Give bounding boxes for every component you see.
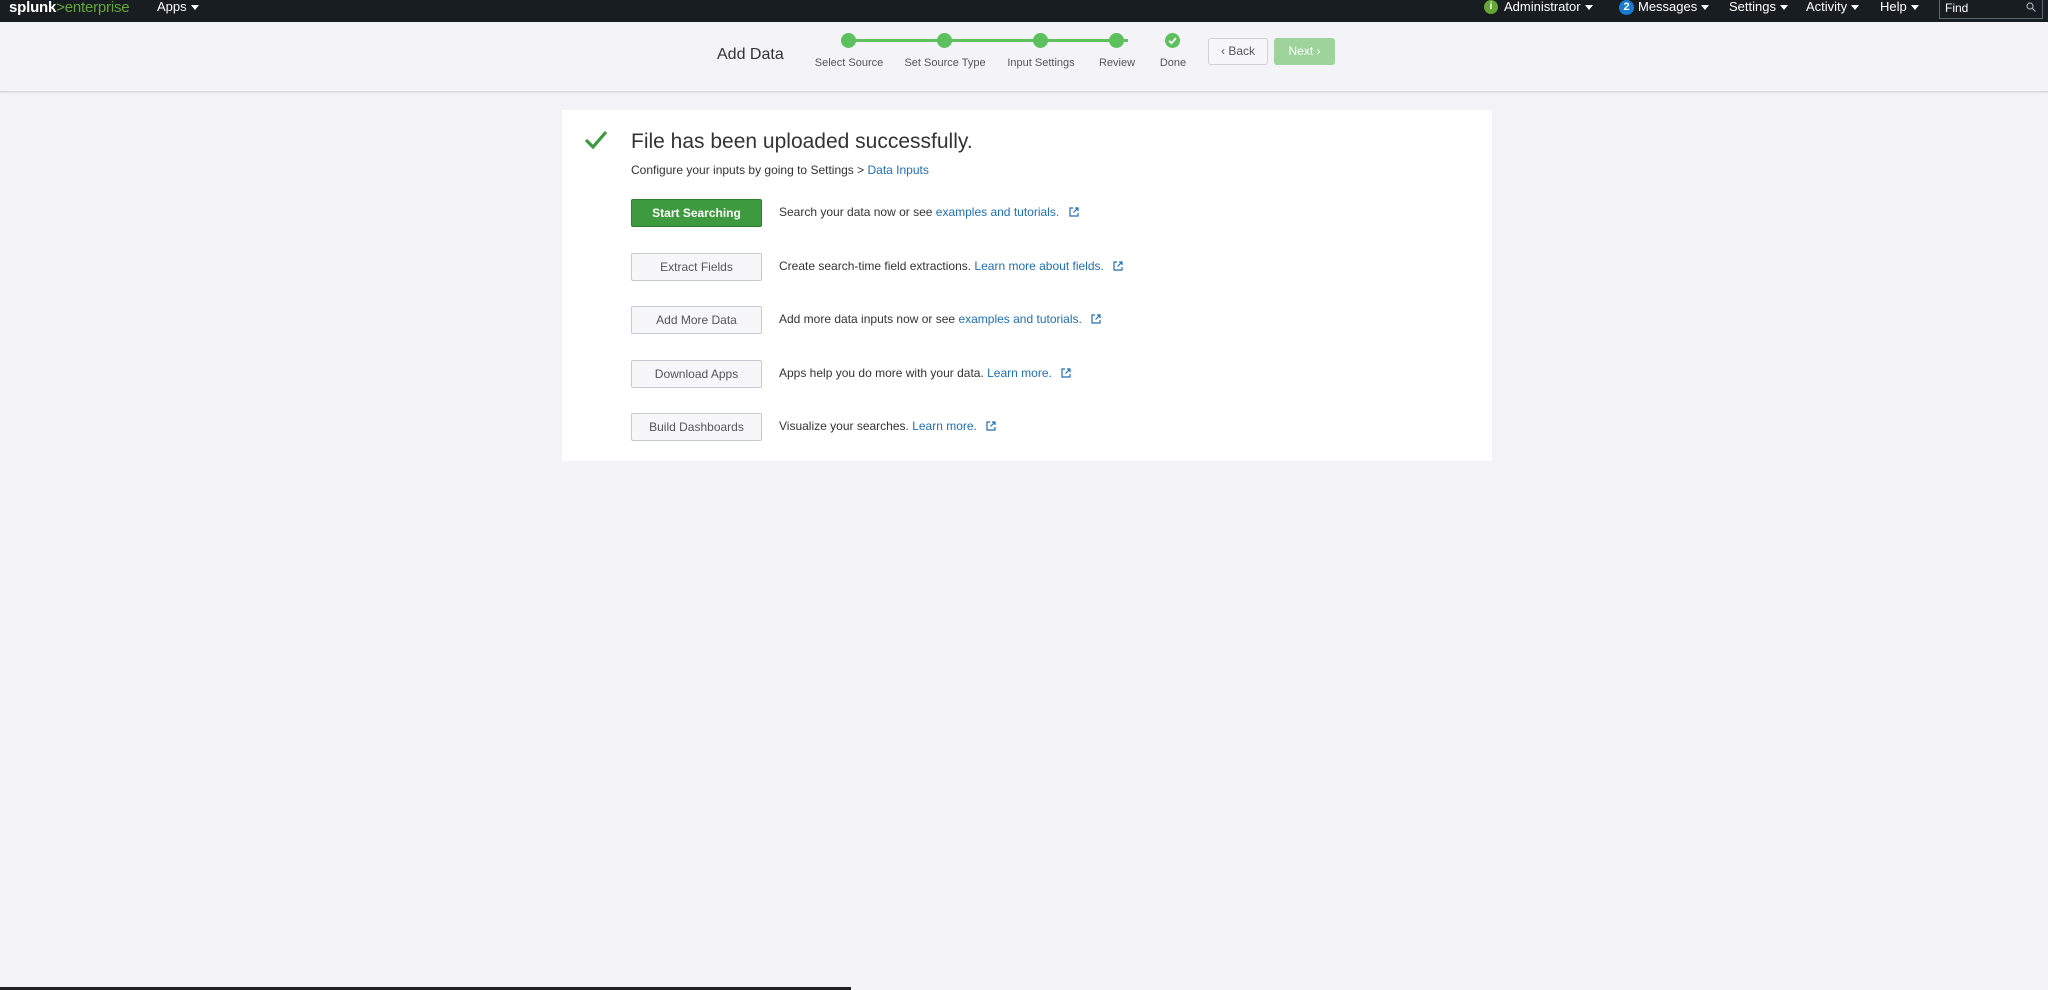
row-text: Add more data inputs now or see: [779, 312, 959, 326]
row-text: Search your data now or see: [779, 205, 936, 219]
row-description: Visualize your searches. Learn more.: [779, 419, 996, 433]
start-searching-button[interactable]: Start Searching: [631, 199, 762, 227]
settings-label: Settings: [1729, 0, 1776, 14]
examples-tutorials-link[interactable]: examples and tutorials.: [936, 205, 1059, 219]
apps-menu[interactable]: Apps: [157, 0, 199, 14]
wizard-steps: Select Source Set Source Type Input Sett…: [810, 30, 1190, 70]
learn-more-link[interactable]: Learn more.: [912, 419, 977, 433]
chevron-down-icon: [1851, 5, 1860, 11]
logo-enterprise-text: enterprise: [64, 0, 130, 16]
logo-separator: >: [56, 0, 65, 16]
step-label: Select Source: [814, 57, 884, 69]
administrator-menu[interactable]: i Administrator: [1484, 0, 1593, 14]
external-link-icon[interactable]: [986, 421, 996, 431]
logo-splunk-text: splunk: [9, 0, 57, 16]
action-row-build-dashboards: Build Dashboards Visualize your searches…: [631, 413, 1431, 443]
success-check-icon: [584, 130, 608, 150]
row-text: Create search-time field extractions.: [779, 259, 975, 273]
step-dot-input-settings: [1033, 33, 1048, 48]
activity-label: Activity: [1806, 0, 1848, 14]
step-dot-set-source-type: [937, 33, 952, 48]
external-link-icon[interactable]: [1091, 314, 1101, 324]
external-link-icon[interactable]: [1113, 261, 1123, 271]
step-label: Input Settings: [1007, 57, 1075, 69]
learn-more-link[interactable]: Learn more.: [987, 366, 1052, 380]
success-subtitle: Configure your inputs by going to Settin…: [631, 163, 929, 177]
help-label: Help: [1880, 0, 1907, 14]
add-more-data-button[interactable]: Add More Data: [631, 306, 762, 334]
chevron-down-icon: [190, 5, 199, 11]
step-label: Done: [1159, 57, 1187, 69]
row-description: Add more data inputs now or see examples…: [779, 312, 1101, 326]
help-menu[interactable]: Help: [1880, 0, 1919, 14]
chevron-right-icon: ›: [1316, 44, 1321, 58]
action-row-extract-fields: Extract Fields Create search-time field …: [631, 253, 1431, 283]
data-inputs-link[interactable]: Data Inputs: [867, 163, 928, 177]
messages-menu[interactable]: 2 Messages: [1619, 0, 1710, 15]
step-dot-done: [1165, 33, 1180, 48]
row-description: Search your data now or see examples and…: [779, 205, 1079, 219]
activity-menu[interactable]: Activity: [1806, 0, 1860, 14]
find-input[interactable]: Find: [1939, 0, 2043, 19]
back-label: Back: [1228, 44, 1256, 58]
build-dashboards-button[interactable]: Build Dashboards: [631, 413, 762, 441]
row-description: Create search-time field extractions. Le…: [779, 259, 1123, 273]
splunk-logo[interactable]: splunk>enterprise: [9, 0, 130, 16]
action-row-download-apps: Download Apps Apps help you do more with…: [631, 360, 1431, 390]
step-label: Set Source Type: [904, 57, 986, 69]
chevron-down-icon: [1584, 5, 1593, 11]
action-row-start-searching: Start Searching Search your data now or …: [631, 199, 1431, 229]
learn-more-fields-link[interactable]: Learn more about fields.: [974, 259, 1103, 273]
step-dot-select-source: [841, 33, 856, 48]
settings-menu[interactable]: Settings: [1729, 0, 1788, 14]
step-dot-review: [1109, 33, 1124, 48]
apps-menu-label: Apps: [157, 0, 187, 14]
search-icon: [2026, 2, 2036, 12]
check-icon: [1168, 37, 1177, 45]
chevron-down-icon: [1701, 5, 1710, 11]
row-description: Apps help you do more with your data. Le…: [779, 366, 1071, 380]
download-apps-button[interactable]: Download Apps: [631, 360, 762, 388]
add-data-header: Add Data Select Source Set Source Type I…: [0, 22, 2048, 92]
subtitle-text: Configure your inputs by going to Settin…: [631, 163, 868, 177]
step-progress-line: [848, 39, 1128, 42]
messages-label: Messages: [1638, 0, 1698, 14]
upload-success-panel: File has been uploaded successfully. Con…: [562, 110, 1492, 461]
back-button[interactable]: ‹ Back: [1208, 38, 1268, 65]
find-placeholder: Find: [1945, 1, 1969, 15]
next-label: Next: [1288, 44, 1314, 58]
messages-count-badge: 2: [1619, 0, 1634, 15]
top-nav-bar: splunk>enterprise Apps i Administrator 2M…: [0, 0, 2048, 22]
external-link-icon[interactable]: [1068, 207, 1079, 217]
chevron-down-icon: [1779, 5, 1788, 11]
chevron-left-icon: ‹: [1220, 44, 1225, 58]
external-link-icon[interactable]: [1061, 368, 1071, 378]
row-text: Apps help you do more with your data.: [779, 366, 988, 380]
extract-fields-button[interactable]: Extract Fields: [631, 253, 762, 281]
examples-tutorials-link[interactable]: examples and tutorials.: [958, 312, 1081, 326]
step-label: Review: [1098, 57, 1136, 69]
chevron-down-icon: [1910, 5, 1919, 11]
administrator-label: Administrator: [1504, 0, 1581, 14]
success-title: File has been uploaded successfully.: [631, 130, 973, 153]
row-text: Visualize your searches.: [779, 419, 913, 433]
page-title: Add Data: [717, 46, 784, 63]
info-icon: i: [1484, 0, 1498, 14]
next-button[interactable]: Next ›: [1274, 38, 1335, 65]
action-row-add-more-data: Add More Data Add more data inputs now o…: [631, 306, 1431, 336]
